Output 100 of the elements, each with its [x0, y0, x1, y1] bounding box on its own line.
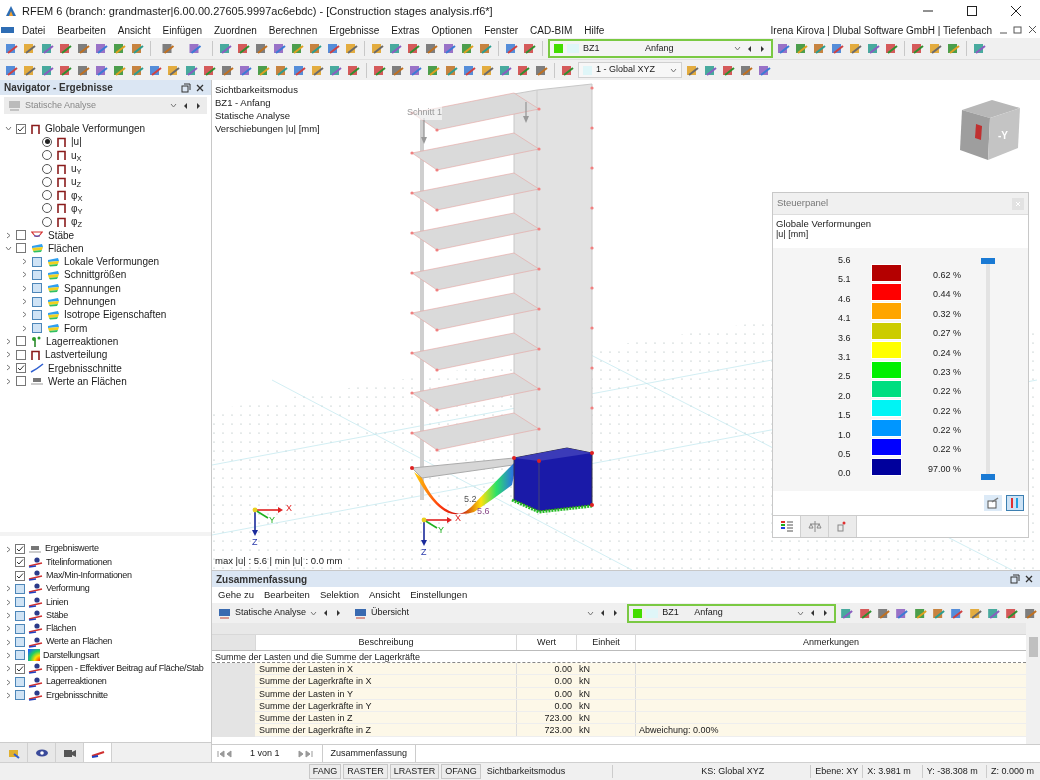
tree-item-label[interactable]: Spannungen [64, 280, 121, 296]
tool-icon[interactable] [236, 41, 251, 56]
panel-tab[interactable] [28, 743, 56, 762]
tool-icon[interactable] [308, 41, 323, 56]
chevron-right-icon[interactable] [4, 612, 12, 620]
status-toggle[interactable]: LRASTER [389, 764, 440, 779]
tool-icon[interactable] [130, 41, 145, 56]
tree-item-label[interactable]: Max/Min-Informationen [46, 568, 132, 583]
load-case-dropdown[interactable]: BZ1 Anfang [548, 39, 773, 58]
tool-icon[interactable] [290, 41, 305, 56]
panel-tab[interactable] [56, 743, 84, 762]
tree-item-label[interactable]: Ergebnisschnitte [48, 360, 122, 376]
tool-icon[interactable] [218, 41, 233, 56]
menu-item[interactable]: Selektion [314, 587, 364, 603]
tool-icon[interactable] [794, 41, 809, 56]
chevron-down-icon[interactable] [4, 244, 12, 252]
status-toggle[interactable]: RASTER [343, 764, 388, 779]
checkbox[interactable] [16, 349, 26, 360]
slider-thumb[interactable] [981, 474, 995, 480]
menu-item[interactable]: Berechnen [262, 22, 324, 38]
tool-icon[interactable] [812, 41, 827, 56]
chevron-right-icon[interactable] [4, 364, 12, 372]
tool-icon[interactable] [928, 41, 943, 56]
checkbox[interactable] [32, 309, 42, 320]
radio-button[interactable] [42, 203, 52, 214]
chevron-right-icon[interactable] [4, 665, 12, 673]
checkbox[interactable] [15, 544, 25, 555]
tool-icon[interactable] [442, 41, 457, 56]
tool-icon[interactable] [22, 41, 37, 56]
chevron-right-icon[interactable] [4, 351, 12, 359]
menu-item[interactable]: CAD-BIM [524, 22, 579, 38]
checkbox[interactable] [16, 376, 26, 387]
checkbox[interactable] [15, 597, 25, 608]
tool-icon[interactable] [388, 41, 403, 56]
tree-item-label[interactable]: Linien [46, 595, 69, 610]
tree-item-label[interactable]: φ$_{X}$ [71, 187, 83, 203]
tree-item-label[interactable]: Ergebnisschnitte [46, 688, 108, 703]
chevron-right-icon[interactable] [20, 298, 28, 305]
menu-item[interactable]: Ansicht [363, 587, 406, 603]
menu-item[interactable]: Fenster [478, 22, 525, 38]
tree-item-label[interactable]: Form [64, 320, 88, 336]
checkbox[interactable] [16, 336, 26, 347]
tool-icon[interactable] [522, 41, 537, 56]
checkbox[interactable] [15, 623, 25, 634]
tool-icon[interactable] [4, 41, 19, 56]
first-page-icon[interactable] [216, 748, 234, 759]
status-toggle[interactable]: FANG [308, 764, 342, 779]
chevron-right-icon[interactable] [20, 284, 28, 292]
checkbox[interactable] [15, 677, 25, 688]
tree-item-label[interactable]: φ$_{Z}$ [71, 214, 83, 230]
menu-item[interactable]: Gehe zu [213, 587, 259, 603]
tree-item-label[interactable]: Schnittgrößen [64, 267, 127, 283]
tree-item-label[interactable]: Lagerreaktionen [46, 333, 119, 349]
legend-layout-button[interactable] [1006, 495, 1024, 511]
chevron-down-icon[interactable] [310, 609, 318, 617]
checkbox[interactable] [15, 650, 25, 661]
checkbox[interactable] [15, 663, 25, 674]
slider-thumb[interactable] [981, 258, 995, 264]
chevron-right-icon[interactable] [4, 625, 12, 633]
chevron-down-icon[interactable] [734, 45, 741, 52]
range-slider[interactable] [981, 258, 995, 480]
checkbox[interactable] [15, 610, 25, 621]
checkbox[interactable] [15, 637, 25, 648]
chevron-down-icon[interactable] [670, 66, 677, 74]
tree-item-label[interactable]: Dehnungen [64, 294, 116, 309]
chevron-right-icon[interactable] [4, 678, 12, 686]
tool-icon[interactable] [254, 41, 269, 56]
checkbox[interactable] [32, 323, 42, 334]
checkbox[interactable] [16, 230, 26, 240]
menu-item[interactable]: Zuordnen [208, 22, 263, 38]
analysis-dropdown[interactable]: Statische Analyse [214, 605, 348, 621]
chevron-right-icon[interactable] [20, 258, 28, 266]
tool-icon[interactable] [866, 41, 881, 56]
tool-icon[interactable] [76, 41, 91, 56]
chevron-right-icon[interactable] [4, 231, 12, 239]
menu-item[interactable]: Bearbeiten [51, 22, 112, 38]
tree-item-label[interactable]: |u| [71, 134, 82, 150]
checkbox[interactable] [32, 269, 42, 280]
tool-icon[interactable] [830, 41, 845, 56]
tool-icon[interactable] [776, 41, 791, 56]
checkbox[interactable] [32, 283, 42, 294]
chevron-right-icon[interactable] [4, 651, 12, 659]
chevron-right-icon[interactable] [4, 545, 12, 553]
tool-icon[interactable] [344, 41, 359, 56]
tree-item-label[interactable]: Globale Verformungen [45, 121, 146, 137]
tool-icon[interactable] [460, 41, 475, 56]
tool-icon[interactable] [478, 41, 493, 56]
load-case-dropdown[interactable]: BZ1 Anfang [627, 603, 837, 623]
chevron-right-icon[interactable] [4, 691, 12, 699]
tool-icon[interactable] [848, 41, 863, 56]
sheet-tab[interactable]: Zusammenfassung [321, 745, 417, 762]
tool-icon[interactable] [406, 41, 421, 56]
menu-item[interactable]: Optionen [425, 22, 479, 38]
last-page-icon[interactable] [295, 748, 314, 759]
menu-item[interactable]: Einfügen [156, 22, 208, 38]
tree-item-label[interactable]: Titelinformationen [46, 555, 112, 570]
menu-item[interactable]: Hilfe [578, 22, 611, 38]
scrollbar[interactable] [1026, 623, 1040, 744]
tree-item-label[interactable]: Lokale Verformungen [64, 254, 160, 270]
tree-item-label[interactable]: Darstellungsart [43, 648, 100, 663]
